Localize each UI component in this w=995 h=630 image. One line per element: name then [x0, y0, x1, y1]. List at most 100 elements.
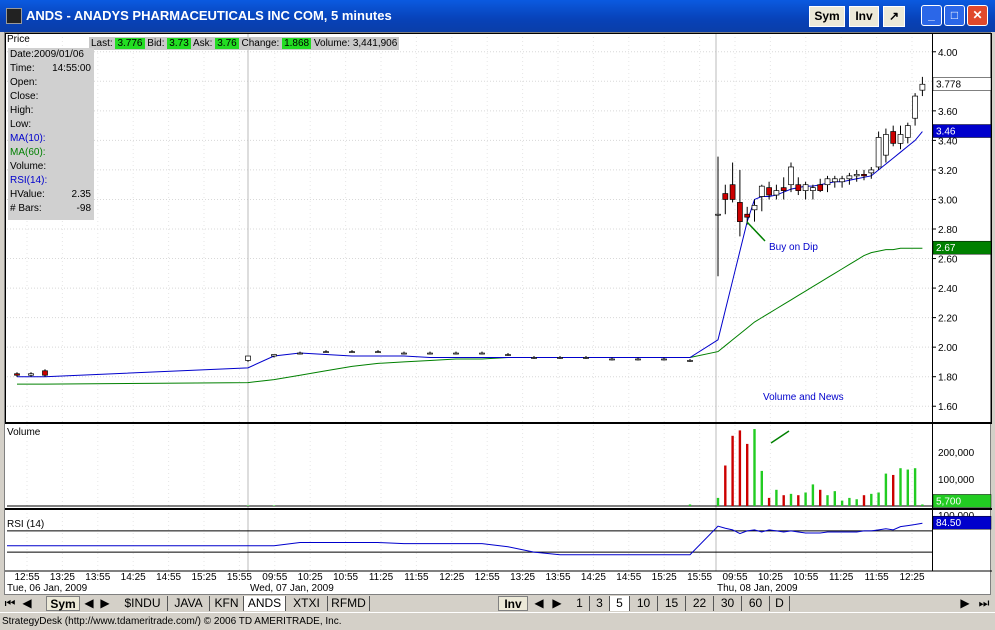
next-icon[interactable]: ▶: [958, 596, 972, 611]
time-tick-label: 14:55: [156, 572, 181, 583]
rsi-marker: 84.50: [936, 518, 961, 529]
inv-next-icon[interactable]: ▶: [550, 596, 564, 611]
change-label: Change:: [241, 38, 280, 49]
volume-bar: [731, 435, 734, 506]
time-tick-label: 15:55: [687, 572, 712, 583]
candle-body: [766, 187, 772, 196]
inv-tab-button[interactable]: Inv: [498, 596, 528, 611]
info-hvalue: HValue: 2.35: [10, 189, 91, 200]
candle-body: [479, 352, 485, 355]
bottom-tab-bar: ⏮ ◀ Sym ◀ ▶ $INDU JAVA KFN ANDS XTXI RFMD Inv…: [0, 595, 995, 612]
volume-bar: [840, 500, 844, 506]
ma10-line: [17, 131, 923, 378]
app-icon: [6, 8, 22, 24]
panel-label: Price: [7, 34, 30, 45]
bid-value: 3.73: [167, 38, 191, 49]
volume-bar: [906, 469, 909, 506]
info-date: Date:2009/01/06: [10, 49, 84, 60]
candle-body: [810, 187, 816, 191]
prev-icon[interactable]: ◀: [20, 596, 34, 611]
chart-area[interactable]: PriceVolumeRSI (14)4.003.803.603.403.203…: [4, 32, 992, 596]
close-icon[interactable]: ✕: [967, 5, 988, 26]
interval-tab-3[interactable]: 3: [590, 596, 610, 611]
rsi-line: [7, 522, 923, 556]
price-tick-label: 2.00: [938, 343, 958, 354]
interval-tab-30[interactable]: 30: [714, 596, 742, 611]
time-tick-label: 11:25: [369, 572, 394, 583]
volume-news-label: Volume and News: [763, 392, 844, 403]
sym-next-icon[interactable]: ▶: [98, 596, 112, 611]
time-tick-label: 13:55: [545, 572, 570, 583]
time-tick-label: 14:25: [581, 572, 606, 583]
candle-body: [531, 357, 537, 359]
sym-tab-button[interactable]: Sym: [46, 596, 80, 611]
chart-canvas[interactable]: PriceVolumeRSI (14)4.003.803.603.403.203…: [5, 33, 992, 596]
price-panel-frame: [5, 33, 992, 423]
last-label: Last:: [91, 38, 113, 49]
symbol-tab-indu[interactable]: $INDU: [118, 596, 168, 611]
sym-button[interactable]: Sym: [809, 6, 845, 27]
minimize-icon[interactable]: _: [921, 5, 942, 26]
candle-body: [297, 352, 303, 355]
window-title: ANDS - ANADYS PHARMACEUTICALS INC COM, 5…: [26, 8, 392, 23]
interval-tab-10[interactable]: 10: [630, 596, 658, 611]
candle-body: [853, 174, 860, 177]
symbol-tab-xtxi[interactable]: XTXI: [286, 596, 328, 611]
last-icon[interactable]: ⏭: [976, 596, 992, 611]
first-icon[interactable]: ⏮: [2, 596, 18, 611]
candle-body: [28, 373, 34, 376]
candle-body: [635, 358, 641, 361]
time-tick-label: 10:25: [758, 572, 783, 583]
time-tick-label: 12:55: [14, 572, 39, 583]
sym-prev-icon[interactable]: ◀: [82, 596, 96, 611]
volume-bar: [884, 473, 888, 506]
candle-body: [661, 358, 667, 361]
buy-on-dip-label: Buy on Dip: [769, 242, 818, 253]
time-tick-label: 14:25: [121, 572, 146, 583]
interval-tab-60[interactable]: 60: [742, 596, 770, 611]
interval-tab-15[interactable]: 15: [658, 596, 686, 611]
inv-prev-icon[interactable]: ◀: [532, 596, 546, 611]
candle-body: [788, 166, 794, 186]
time-tick-label: 10:55: [333, 572, 358, 583]
candle-body: [919, 83, 926, 91]
time-tick-label: 12:25: [899, 572, 924, 583]
time-tick-label: 13:55: [85, 572, 110, 583]
symbol-tab-kfn[interactable]: KFN: [210, 596, 244, 611]
date-label: Thu, 08 Jan, 2009: [717, 583, 798, 594]
volume-tick-label: 100,000: [938, 475, 975, 486]
symbol-tab-rfmd[interactable]: RFMD: [328, 596, 370, 611]
maximize-icon[interactable]: □: [944, 5, 965, 26]
info-rsi: RSI(14):: [10, 175, 48, 186]
volume-bar: [782, 495, 785, 506]
interval-tab-1[interactable]: 1: [570, 596, 590, 611]
price-tick-label: 2.40: [938, 284, 958, 295]
inv-button[interactable]: Inv: [849, 6, 879, 27]
change-value: 1.868: [282, 38, 312, 49]
candle-body: [846, 175, 853, 180]
time-tick-label: 09:55: [722, 572, 747, 583]
volume-bar: [246, 505, 250, 506]
volume-marker: 5,700: [936, 496, 961, 507]
price-tick-label: 2.80: [938, 225, 958, 236]
candle-body: [349, 351, 355, 353]
candle-body: [773, 190, 780, 196]
symbol-tab-ands[interactable]: ANDS: [244, 596, 286, 611]
volume-bar: [767, 497, 771, 506]
ma60-marker: 2.67: [936, 243, 956, 254]
volume-bar: [848, 497, 851, 506]
candle-body: [245, 355, 251, 361]
candle-body: [375, 351, 381, 353]
candle-body: [744, 213, 751, 218]
candle-body: [715, 213, 721, 216]
volume-bar: [811, 484, 815, 506]
detach-icon[interactable]: ↗: [883, 6, 905, 27]
interval-tab-5[interactable]: 5: [610, 596, 630, 611]
bid-label: Bid:: [147, 38, 165, 49]
candle-body: [795, 184, 802, 191]
symbol-tab-java[interactable]: JAVA: [168, 596, 210, 611]
interval-tab-d[interactable]: D: [770, 596, 790, 611]
interval-tab-22[interactable]: 22: [686, 596, 714, 611]
candle-body: [271, 354, 277, 357]
candle-body: [868, 169, 875, 174]
